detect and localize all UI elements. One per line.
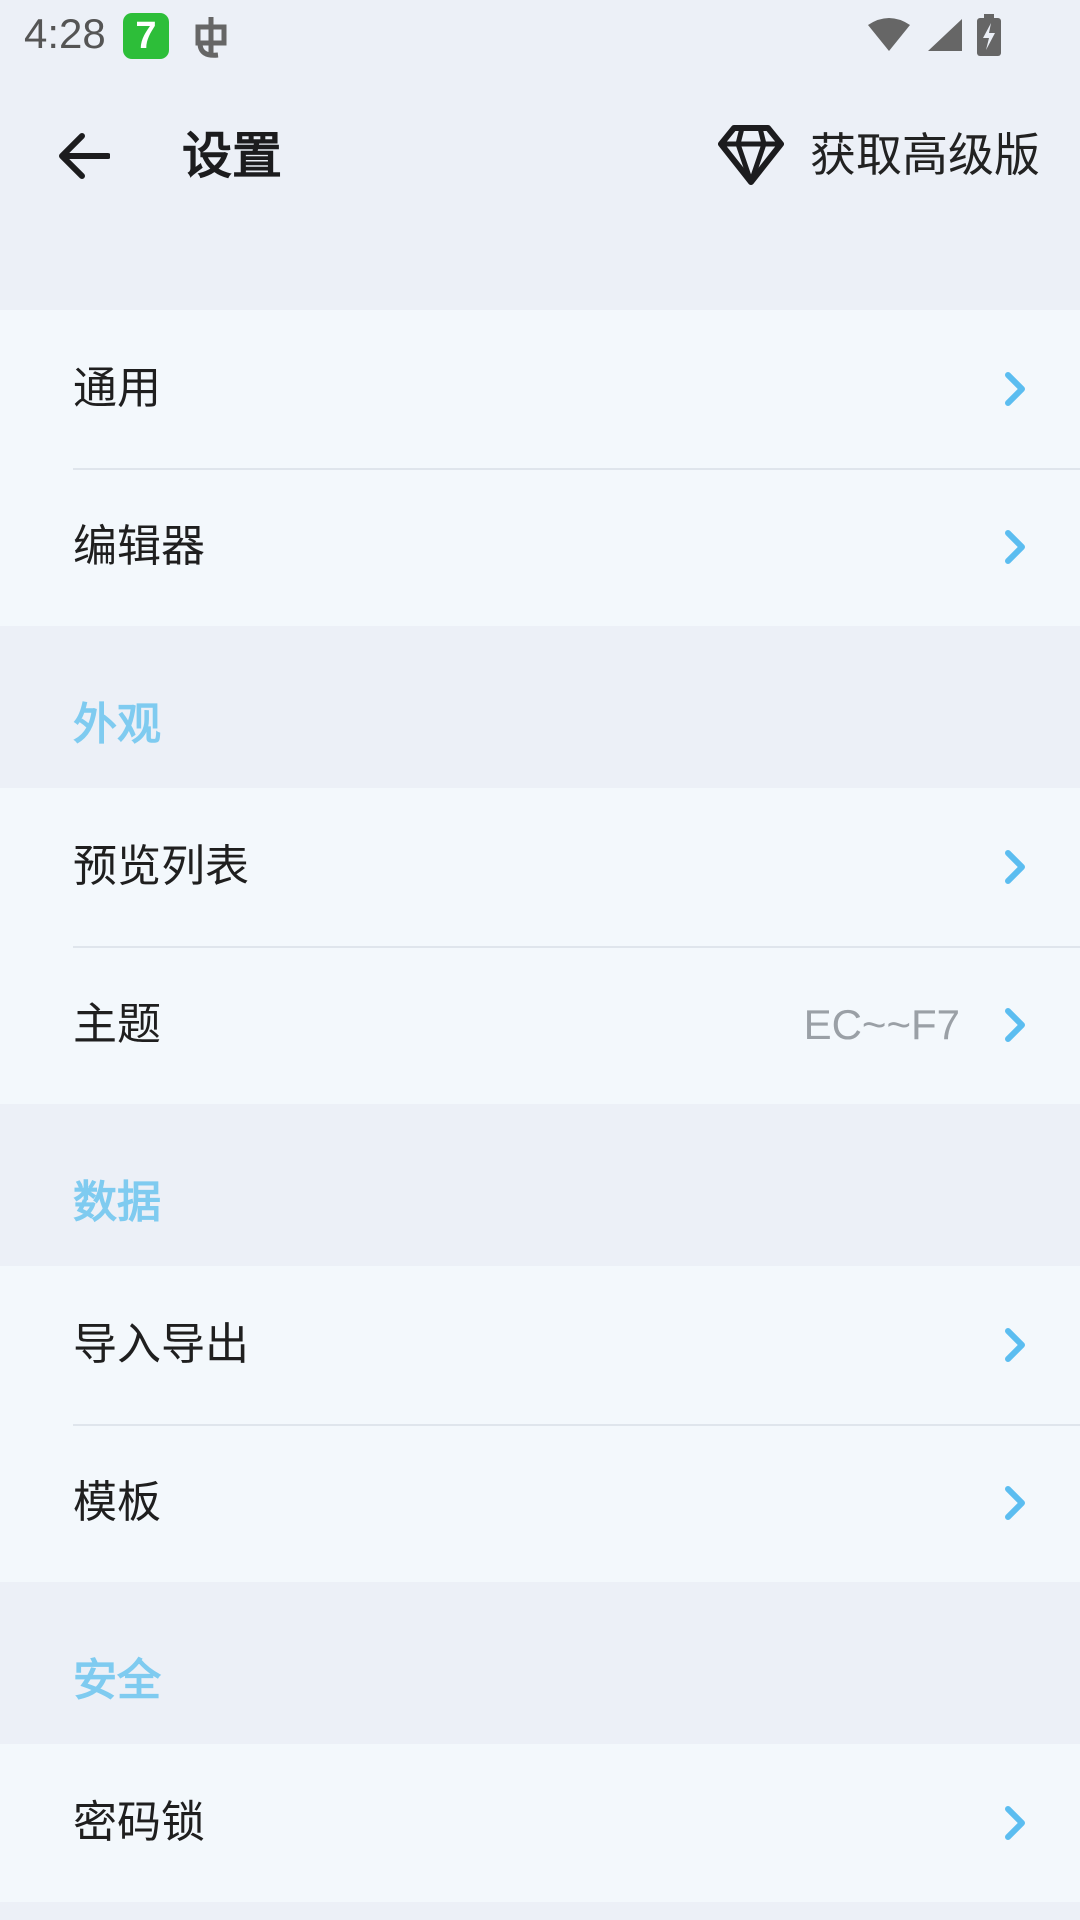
top-app-bar: 设置 获取高级版 <box>0 76 1080 236</box>
settings-item-label: 预览列表 <box>73 841 249 892</box>
theme-value: EC~~F7 <box>803 1001 960 1048</box>
settings-item-templates[interactable]: 模板 <box>0 1424 1080 1582</box>
section-title: 数据 <box>73 1177 161 1228</box>
settings-group-general: 通用 编辑器 <box>0 310 1080 626</box>
chevron-right-icon <box>1005 1328 1025 1362</box>
chevron-right-icon <box>1005 530 1025 564</box>
settings-item-label: 导入导出 <box>73 1319 249 1370</box>
status-time: 4:28 <box>24 10 106 57</box>
premium-label: 获取高级版 <box>810 128 1040 182</box>
battery-charging-icon <box>977 14 1001 56</box>
settings-list: 通用 编辑器 外观 预览列表 主题 EC~~F7 数据 导入导出 模板 安全 密… <box>0 310 1080 1902</box>
back-button[interactable] <box>44 116 124 196</box>
settings-item-import-export[interactable]: 导入导出 <box>0 1266 1080 1424</box>
signal-icon <box>928 19 962 51</box>
section-header-data: 数据 <box>0 1104 1080 1266</box>
chevron-right-icon <box>1005 1486 1025 1520</box>
section-header-appearance: 外观 <box>0 626 1080 788</box>
status-indicators <box>866 14 1002 56</box>
settings-group-appearance: 预览列表 主题 EC~~F7 <box>0 788 1080 1104</box>
chevron-right-icon <box>1005 850 1025 884</box>
diamond-icon <box>718 125 784 185</box>
page-title: 设置 <box>182 127 282 185</box>
wifi-icon <box>868 18 910 51</box>
settings-item-label: 密码锁 <box>73 1797 205 1848</box>
settings-item-editor[interactable]: 编辑器 <box>0 468 1080 626</box>
bug-icon <box>195 17 227 58</box>
settings-item-preview-list[interactable]: 预览列表 <box>0 788 1080 946</box>
settings-group-data: 导入导出 模板 <box>0 1266 1080 1582</box>
settings-item-label: 模板 <box>73 1477 161 1528</box>
get-premium-button[interactable]: 获取高级版 <box>718 120 1040 190</box>
section-title: 安全 <box>73 1655 161 1706</box>
app-notification-icon: 7 <box>123 13 169 59</box>
chevron-right-icon <box>1005 372 1025 406</box>
chevron-right-icon <box>1005 1806 1025 1840</box>
arrow-left-icon <box>59 133 110 179</box>
settings-item-passcode-lock[interactable]: 密码锁 <box>0 1744 1080 1902</box>
app-notification-glyph: 7 <box>135 14 157 57</box>
settings-item-label: 主题 <box>73 999 161 1050</box>
settings-item-label: 编辑器 <box>73 521 205 572</box>
section-title: 外观 <box>73 699 161 750</box>
settings-item-theme[interactable]: 主题 EC~~F7 <box>0 946 1080 1104</box>
settings-group-security: 密码锁 <box>0 1744 1080 1902</box>
status-bar: 4:28 7 <box>0 0 1080 76</box>
section-header-security: 安全 <box>0 1582 1080 1744</box>
settings-item-general[interactable]: 通用 <box>0 310 1080 468</box>
chevron-right-icon <box>1005 1008 1025 1042</box>
settings-item-label: 通用 <box>73 363 161 414</box>
